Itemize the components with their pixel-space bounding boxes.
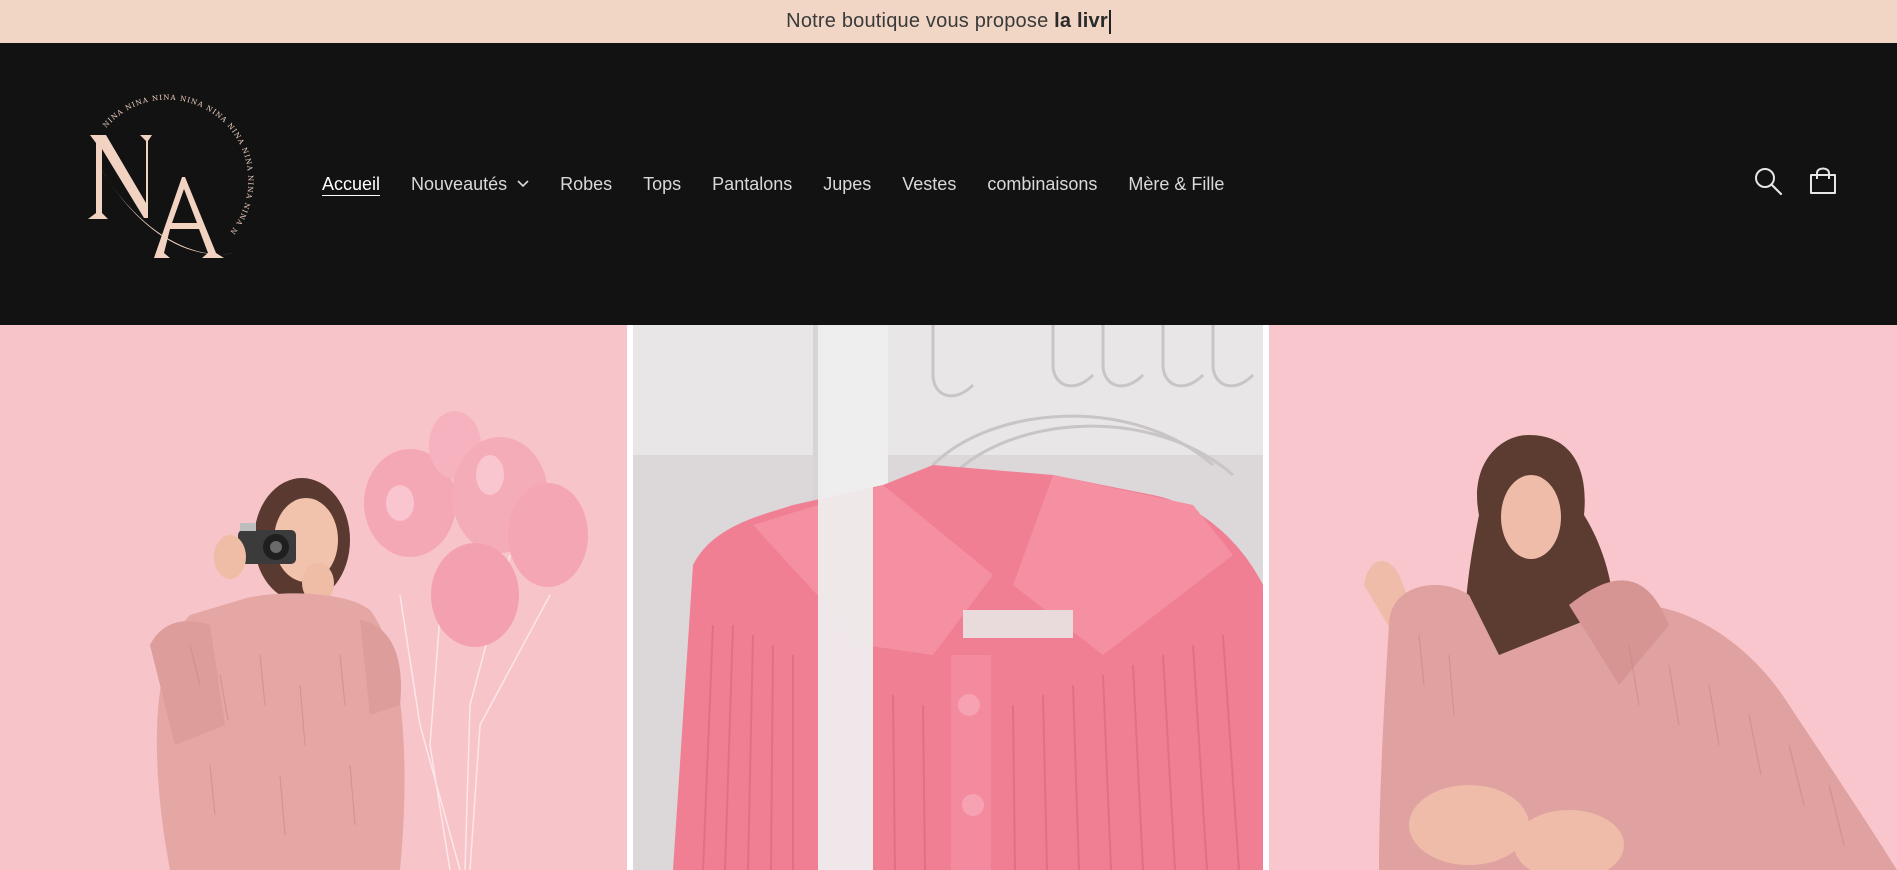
- cart-button[interactable]: [1807, 165, 1839, 197]
- nav-label: Mère & Fille: [1128, 173, 1225, 194]
- chevron-down-icon: [517, 180, 529, 188]
- cart-icon: [1810, 167, 1836, 194]
- nav-label: Robes: [560, 173, 613, 194]
- gallery-image-fur-coat[interactable]: [1269, 325, 1897, 870]
- nav-item-tops[interactable]: Tops: [643, 174, 681, 195]
- search-icon: [1755, 168, 1783, 196]
- announcement-text-bold: la livr: [1054, 10, 1108, 32]
- nav-item-jupes[interactable]: Jupes: [823, 174, 871, 195]
- nav-label: Jupes: [823, 173, 872, 194]
- nav-item-vestes[interactable]: Vestes: [902, 174, 956, 195]
- hero-gallery: [0, 325, 1897, 870]
- nav-label: Vestes: [902, 173, 957, 194]
- nav-label: Tops: [643, 173, 682, 194]
- announcement-bar: Notre boutique vous propose la livr: [0, 0, 1897, 43]
- nav-item-pantalons[interactable]: Pantalons: [712, 174, 792, 195]
- announcement-text: Notre boutique vous propose: [786, 10, 1055, 32]
- nav-label: combinaisons: [987, 173, 1098, 194]
- site-header: NINA NINA NINA NINA NINA NINA NINA NINA …: [0, 43, 1897, 325]
- text-caret: [1108, 9, 1111, 34]
- nav-label: Pantalons: [712, 173, 793, 194]
- nav-item-combinaisons[interactable]: combinaisons: [987, 174, 1097, 195]
- gallery-image-camera-balloons[interactable]: [0, 325, 627, 870]
- nav-item-robes[interactable]: Robes: [560, 174, 612, 195]
- search-button[interactable]: [1752, 165, 1784, 197]
- nav-item-nouveautes[interactable]: Nouveautés: [411, 174, 529, 195]
- nav-item-accueil[interactable]: Accueil: [322, 174, 380, 195]
- nav-item-mere-fille[interactable]: Mère & Fille: [1128, 174, 1224, 195]
- main-nav: Accueil Nouveautés Robes Tops Pantalons …: [322, 43, 1255, 325]
- nav-label: Accueil: [322, 173, 381, 194]
- nav-label: Nouveautés: [411, 173, 508, 194]
- gallery-image-cardigan[interactable]: [633, 325, 1263, 870]
- brand-logo[interactable]: NINA NINA NINA NINA NINA NINA NINA NINA …: [80, 87, 254, 263]
